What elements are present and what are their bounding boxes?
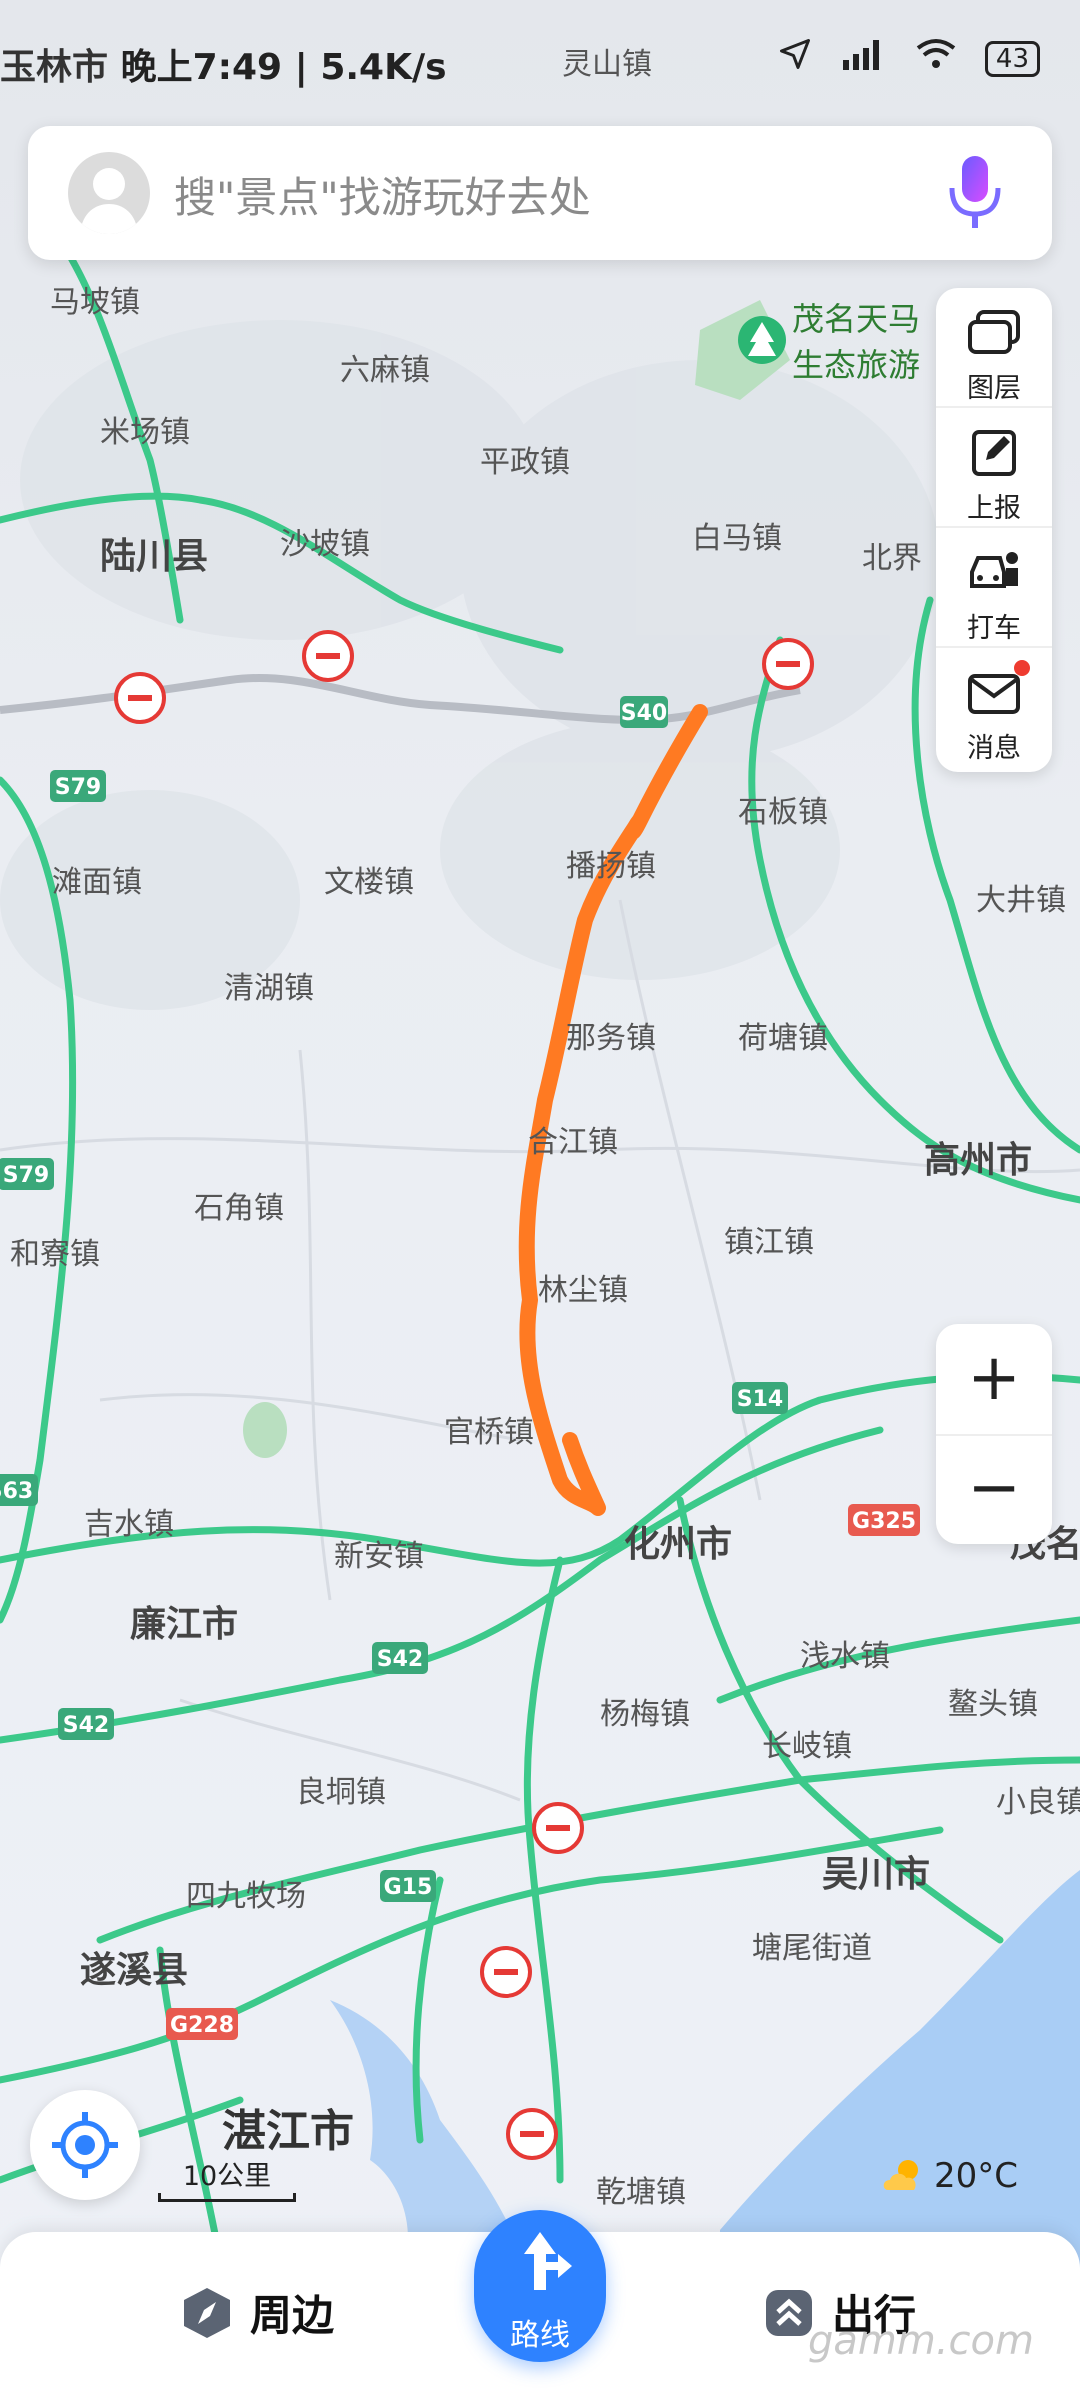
- place-label: 长岐镇: [762, 1729, 852, 1764]
- battery-indicator: 43: [984, 40, 1040, 77]
- road-badge-g15: G15: [384, 1875, 433, 1900]
- search-bar[interactable]: 搜"景点"找游玩好去处: [28, 126, 1052, 260]
- nav-nearby-label: 周边: [250, 2291, 335, 2340]
- road-badge-s79-2: S79: [3, 1163, 49, 1188]
- location-arrow-icon: [777, 36, 813, 81]
- partly-cloudy-icon: [883, 2160, 918, 2190]
- route-arrow-icon: [524, 2232, 572, 2290]
- watermark: gamm.com: [808, 2318, 1034, 2364]
- place-label: 滩面镇: [52, 865, 142, 900]
- place-label: 和寮镇: [10, 1237, 100, 1272]
- place-label: 米场镇: [100, 415, 190, 450]
- place-label: 遂溪县: [80, 1950, 188, 1991]
- message-button[interactable]: 消息: [936, 648, 1052, 766]
- unread-dot: [1014, 660, 1030, 676]
- place-label: 陆川县: [100, 536, 208, 577]
- place-label: 清湖镇: [224, 971, 314, 1006]
- zoom-out-button[interactable]: −: [936, 1434, 1052, 1544]
- search-input[interactable]: 搜"景点"找游玩好去处: [174, 164, 591, 225]
- layers-icon: [968, 310, 1020, 354]
- road-badge-s14: S14: [737, 1387, 783, 1412]
- place-label: 沙坡镇: [280, 527, 370, 562]
- place-label: 合江镇: [528, 1125, 618, 1160]
- status-bar: 玉林市 晚上7:49 | 5.4K/s 43: [0, 30, 1080, 90]
- road-badge-s63: S63: [0, 1479, 33, 1504]
- road-badge-g325: G325: [852, 1509, 916, 1534]
- place-label: 新安镇: [334, 1539, 424, 1574]
- place-label: 官桥镇: [444, 1415, 534, 1450]
- place-label: 文楼镇: [324, 865, 414, 900]
- zoom-in-button[interactable]: +: [936, 1324, 1052, 1436]
- place-label: 白马镇: [692, 521, 782, 556]
- tool-label-message: 消息: [967, 733, 1021, 764]
- report-icon: [972, 430, 1016, 476]
- place-label: 石板镇: [738, 795, 828, 830]
- map-canvas[interactable]: S40 S79 S79 S14 G325 S42 S42 G15 G228 S6…: [0, 0, 1080, 2400]
- road-badge-s42: S42: [377, 1647, 423, 1672]
- scale-label: 10公里: [182, 2161, 272, 2192]
- place-label: 小良镇: [996, 1785, 1080, 1820]
- place-label: 吉水镇: [84, 1507, 174, 1542]
- place-label: 大井镇: [976, 883, 1066, 918]
- place-label: 播扬镇: [566, 849, 656, 884]
- my-location-button[interactable]: [30, 2090, 140, 2200]
- road-badge-s79: S79: [55, 775, 101, 800]
- report-button[interactable]: 上报: [936, 408, 1052, 528]
- place-label: 吴川市: [822, 1854, 930, 1895]
- tool-label-layers: 图层: [967, 373, 1021, 404]
- map-scale: 10公里: [158, 2154, 296, 2202]
- layers-button[interactable]: 图层: [936, 288, 1052, 408]
- place-label: 浅水镇: [800, 1639, 890, 1674]
- road-badge-g228: G228: [170, 2013, 234, 2038]
- place-label: 六麻镇: [340, 353, 430, 388]
- signal-icon: [841, 38, 887, 79]
- place-label: 高州市: [924, 1140, 1032, 1181]
- avatar[interactable]: [68, 152, 150, 234]
- place-label: 良垌镇: [296, 1775, 386, 1810]
- status-time-speed: 玉林市 晚上7:49 | 5.4K/s: [0, 38, 447, 90]
- microphone-icon[interactable]: [940, 148, 1010, 238]
- place-label: 乾塘镇: [596, 2175, 686, 2210]
- status-icons: 43: [777, 36, 1040, 81]
- weather-widget[interactable]: 20°C: [882, 2156, 1018, 2196]
- place-label: 塘尾街道: [752, 1931, 872, 1966]
- route-button[interactable]: 路线: [474, 2210, 606, 2362]
- place-label: 四九牧场: [186, 1879, 306, 1914]
- nav-nearby[interactable]: 周边: [180, 2282, 334, 2343]
- place-label: 北界: [862, 541, 922, 576]
- place-label: 镇江镇: [724, 1225, 814, 1260]
- place-label: 廉江市: [130, 1604, 238, 1645]
- status-time: 晚上7:49 | 5.4K/s: [120, 47, 447, 88]
- zoom-controls: + −: [936, 1324, 1052, 1544]
- compass-icon: [184, 2287, 230, 2338]
- locate-icon: [52, 2112, 118, 2178]
- tool-label-taxi: 打车: [967, 613, 1021, 644]
- route-button-label: 路线: [510, 2318, 570, 2353]
- road-badge-s42-2: S42: [63, 1713, 109, 1738]
- place-label: 荷塘镇: [738, 1021, 828, 1056]
- place-label: 化州市: [624, 1524, 732, 1565]
- map-tool-panel: 图层 上报 打车 消息: [936, 288, 1052, 772]
- poi-name-line2: 生态旅游: [792, 346, 920, 384]
- scale-bar: [158, 2193, 296, 2202]
- place-label: 湛江市: [222, 2106, 354, 2157]
- poi-name-line1: 茂名天马: [792, 300, 920, 338]
- place-label: 马坡镇: [50, 285, 140, 320]
- taxi-icon: [970, 552, 1018, 588]
- place-label: 鳌头镇: [948, 1687, 1038, 1722]
- place-label: 石角镇: [194, 1191, 284, 1226]
- taxi-button[interactable]: 打车: [936, 528, 1052, 648]
- place-label: 平政镇: [480, 445, 570, 480]
- place-label: 林尘镇: [538, 1273, 628, 1308]
- wifi-icon: [915, 38, 957, 79]
- place-label: 杨梅镇: [600, 1697, 690, 1732]
- status-city: 玉林市: [0, 47, 109, 88]
- weather-temp: 20°C: [934, 2156, 1019, 2196]
- place-label: 那务镇: [566, 1021, 656, 1056]
- road-badge-s40: S40: [621, 701, 667, 726]
- tool-label-report: 上报: [967, 493, 1021, 524]
- message-icon: [968, 674, 1020, 714]
